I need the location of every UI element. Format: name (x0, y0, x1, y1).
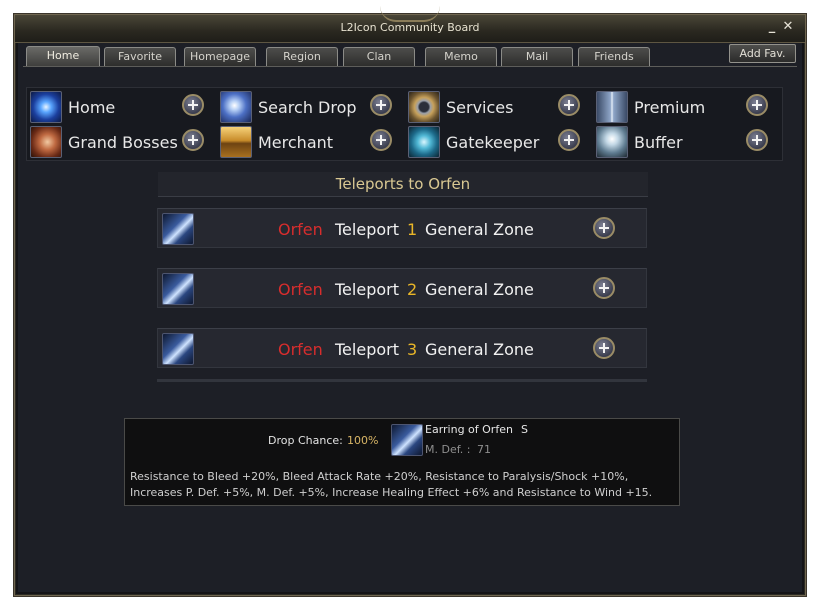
earring-icon (162, 213, 194, 245)
item-mdef-value: 71 (477, 443, 491, 456)
teleport-row: Orfen Teleport 3 General Zone (157, 328, 647, 368)
tab-friends[interactable]: Friends (578, 47, 650, 66)
home-skill-icon (30, 91, 62, 123)
nav-item-gatekeeper[interactable]: Gatekeeper (408, 126, 558, 160)
teleport-word: Teleport (335, 340, 399, 359)
nav-item-merchant[interactable]: Merchant (220, 126, 370, 160)
nav-label-services: Services (446, 98, 514, 117)
nav-item-search-drop[interactable]: Search Drop (220, 91, 370, 125)
item-name: Earring of Orfen (425, 423, 513, 436)
teleport-zone: General Zone (425, 220, 534, 239)
tab-mail[interactable]: Mail (501, 47, 573, 66)
nav-grid: Home Search Drop Services Premium Grand … (26, 87, 783, 161)
nav-services-plus-button[interactable] (558, 94, 580, 116)
teleport-number: 3 (407, 340, 418, 359)
merchant-chest-icon (220, 126, 252, 158)
grand-bosses-icon (30, 126, 62, 158)
teleport-word: Teleport (335, 280, 399, 299)
nav-home-plus-button[interactable] (182, 94, 204, 116)
add-favorite-button[interactable]: Add Fav. (729, 44, 796, 63)
nav-label-merchant: Merchant (258, 133, 334, 152)
teleport-word: Teleport (335, 220, 399, 239)
tab-memo[interactable]: Memo (425, 47, 497, 66)
tab-clan[interactable]: Clan (343, 47, 415, 66)
teleport-2-plus-button[interactable] (593, 277, 615, 299)
services-gear-icon (408, 91, 440, 123)
teleport-row: Orfen Teleport 2 General Zone (157, 268, 647, 308)
teleport-number: 1 (407, 220, 418, 239)
nav-label-search-drop: Search Drop (258, 98, 357, 117)
nav-label-gatekeeper: Gatekeeper (446, 133, 540, 152)
nav-label-grand-bosses: Grand Bosses (68, 133, 178, 152)
premium-icon (596, 91, 628, 123)
nav-merchant-plus-button[interactable] (370, 129, 392, 151)
gatekeeper-swirl-icon (408, 126, 440, 158)
tab-homepage[interactable]: Homepage (184, 47, 256, 66)
nav-grand-bosses-plus-button[interactable] (182, 129, 204, 151)
nav-item-home[interactable]: Home (30, 91, 180, 125)
tab-divider (23, 66, 797, 67)
nav-search-drop-plus-button[interactable] (370, 94, 392, 116)
teleport-3-plus-button[interactable] (593, 337, 615, 359)
teleport-1-plus-button[interactable] (593, 217, 615, 239)
teleport-zone: General Zone (425, 280, 534, 299)
teleport-city: Orfen (278, 340, 323, 359)
earring-icon (391, 424, 423, 456)
item-info-panel: Drop Chance: 100% Earring of Orfen S M. … (124, 418, 680, 506)
window-title: L2Icon Community Board (340, 21, 480, 34)
nav-item-buffer[interactable]: Buffer (596, 126, 746, 160)
search-drop-icon (220, 91, 252, 123)
drop-chance-value: 100% (347, 434, 379, 447)
section-title: Teleports to Orfen (158, 172, 648, 197)
section-divider (157, 379, 647, 382)
nav-label-home: Home (68, 98, 116, 117)
title-bar[interactable]: L2Icon Community Board _ ✕ (15, 15, 805, 43)
nav-gatekeeper-plus-button[interactable] (558, 129, 580, 151)
buffer-icon (596, 126, 628, 158)
nav-item-premium[interactable]: Premium (596, 91, 746, 125)
item-grade: S (521, 423, 528, 436)
nav-buffer-plus-button[interactable] (746, 129, 768, 151)
earring-icon (162, 333, 194, 365)
item-mdef-label: M. Def. : (425, 443, 471, 456)
close-button[interactable]: ✕ (781, 19, 795, 35)
nav-item-grand-bosses[interactable]: Grand Bosses (30, 126, 180, 160)
tab-region[interactable]: Region (266, 47, 338, 66)
tab-home[interactable]: Home (26, 46, 100, 67)
drop-chance-label: Drop Chance: (268, 434, 343, 447)
minimize-button[interactable]: _ (765, 19, 779, 35)
teleport-number: 2 (407, 280, 418, 299)
tab-favorite[interactable]: Favorite (104, 47, 176, 66)
nav-label-premium: Premium (634, 98, 706, 117)
teleport-city: Orfen (278, 280, 323, 299)
title-ornament (380, 6, 440, 22)
earring-icon (162, 273, 194, 305)
teleport-row: Orfen Teleport 1 General Zone (157, 208, 647, 248)
community-board-window: L2Icon Community Board _ ✕ Home Favorite… (14, 14, 806, 596)
nav-premium-plus-button[interactable] (746, 94, 768, 116)
teleport-city: Orfen (278, 220, 323, 239)
nav-label-buffer: Buffer (634, 133, 683, 152)
nav-item-services[interactable]: Services (408, 91, 558, 125)
item-description: Resistance to Bleed +20%, Bleed Attack R… (130, 470, 653, 499)
teleport-zone: General Zone (425, 340, 534, 359)
